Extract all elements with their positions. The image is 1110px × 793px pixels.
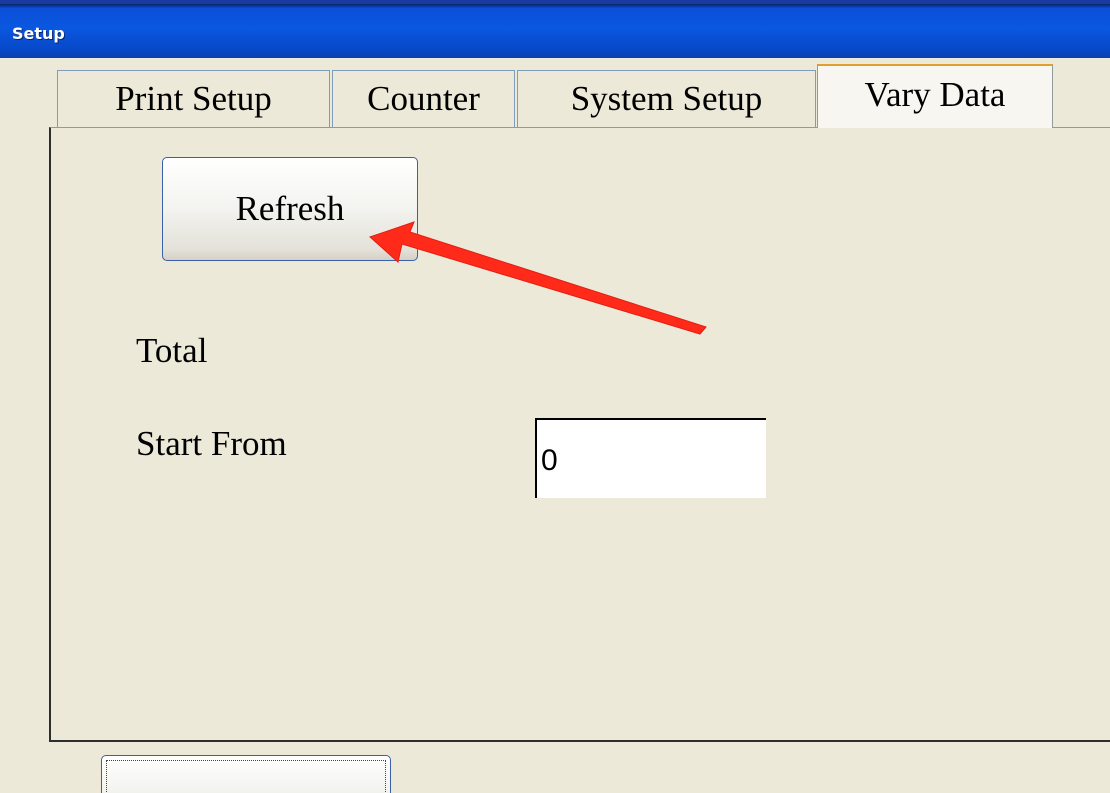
tab-system-setup[interactable]: System Setup xyxy=(517,70,816,128)
tab-counter[interactable]: Counter xyxy=(332,70,515,128)
focus-ring xyxy=(106,760,386,793)
setup-window: Setup Print Setup Counter System Setup V… xyxy=(0,0,1110,793)
tab-vary-data[interactable]: Vary Data xyxy=(817,64,1053,128)
start-from-label: Start From xyxy=(136,424,287,463)
window-title: Setup xyxy=(12,24,65,43)
total-label: Total xyxy=(136,331,208,370)
tab-print-setup[interactable]: Print Setup xyxy=(57,70,330,128)
title-bar[interactable]: Setup xyxy=(0,0,1110,58)
bottom-button[interactable] xyxy=(101,755,391,793)
refresh-button[interactable]: Refresh xyxy=(162,157,418,261)
start-from-input[interactable] xyxy=(535,418,766,498)
